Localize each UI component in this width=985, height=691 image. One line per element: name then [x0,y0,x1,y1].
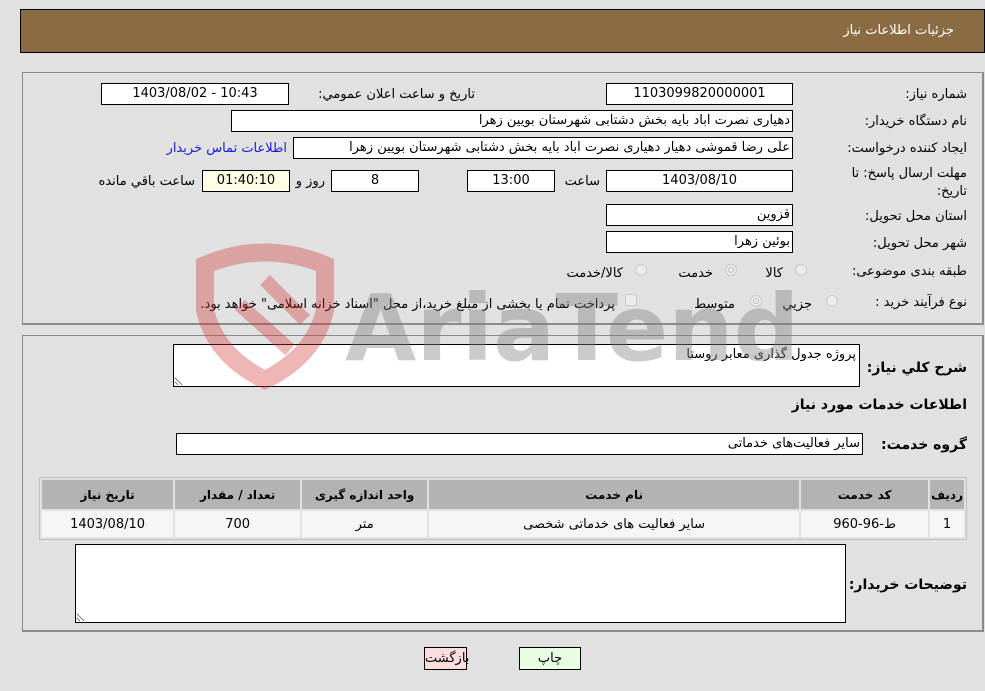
col-row-number: ردیف [930,480,964,509]
category-option-goods: کالا [765,266,783,281]
col-need-date: تاریخ نیاز [42,480,174,509]
print-button[interactable]: چاپ [519,647,581,670]
services-heading: اطلاعات خدمات مورد نياز [791,397,967,413]
need-number-label: شماره نیاز: [905,87,967,102]
cell-need-date: 1403/08/10 [42,511,174,537]
city-label: شهر محل تحویل: [872,236,967,251]
page-header: جزئیات اطلاعات نیاز [20,9,985,53]
category-option-service: خدمت [678,266,713,281]
table-header-row: ردیف کد خدمت نام خدمت واحد اندازه گیری ت… [42,480,964,509]
cell-service-code: ط-96-960 [801,511,929,537]
col-quantity: تعداد / مقدار [175,480,301,509]
buyer-notes-label: توضیحات خریدار: [848,577,967,593]
requester-field: علی رضا قموشی دهیار دهیاری نصرت اباد بای… [293,137,793,159]
remaining-days-field: 8 [331,170,419,192]
purchase-type-option-medium: متوسط [694,297,735,312]
description-textarea[interactable] [173,344,860,387]
category-option-goods-service: کالا/خدمت [566,266,623,281]
col-service-name: نام خدمت [429,480,800,509]
announce-date-field: 1403/08/02 - 10:43 [101,83,289,105]
need-number-field: 1103099820000001 [606,83,793,105]
cell-quantity: 700 [175,511,301,537]
province-field: قزوین [606,204,793,226]
buyer-notes-textarea[interactable] [75,544,846,623]
table-row: 1 ط-96-960 سایر فعالیت های خدماتی شخصی م… [42,511,964,537]
buyer-org-label: نام دستگاه خریدار: [864,114,967,129]
purchase-type-option-minor: جزيي [782,297,812,312]
page-title: جزئیات اطلاعات نیاز [843,23,954,38]
city-field: بوئین زهرا [606,231,793,253]
service-group-label: گروه خدمت: [881,437,967,453]
province-label: استان محل تحویل: [865,209,967,224]
purchase-type-label: نوع فرآیند خرید : [875,295,967,310]
cell-row-number: 1 [930,511,964,537]
purchase-type-radio-minor[interactable] [826,295,838,307]
requester-label: ایجاد کننده درخواست: [847,141,967,156]
treasury-checkbox[interactable] [625,294,637,306]
buyer-org-field: دهیاری نصرت اباد بایه بخش دشتابی شهرستان… [231,110,793,132]
category-radio-goods[interactable] [795,264,807,276]
remaining-time-label: ساعت باقي مانده [98,174,195,189]
deadline-date-field: 1403/08/10 [606,170,793,192]
remaining-time-field: 01:40:10 [202,170,290,192]
cell-service-name: سایر فعالیت های خدماتی شخصی [429,511,800,537]
days-label: روز و [295,174,325,189]
description-label: شرح کلي نياز: [866,360,967,376]
service-group-field: سایر فعالیت‌های خدماتی [176,433,863,455]
back-button[interactable]: بازگشت [424,647,469,670]
col-unit: واحد اندازه گیری [302,480,428,509]
deadline-time-label: ساعت [564,174,600,189]
announce-date-label: تاریخ و ساعت اعلان عمومي: [318,87,475,102]
category-label: طبقه بندی موضوعی: [851,264,967,279]
deadline-time-field: 13:00 [467,170,555,192]
services-table: ردیف کد خدمت نام خدمت واحد اندازه گیری ت… [39,477,967,540]
purchase-type-radio-medium[interactable] [750,295,762,307]
buyer-contact-link[interactable]: اطلاعات تماس خریدار [167,141,287,156]
deadline-label: مهلت ارسال پاسخ: تا تاریخ: [851,166,967,199]
col-service-code: کد خدمت [801,480,929,509]
cell-unit: متر [302,511,428,537]
category-radio-service[interactable] [725,264,737,276]
treasury-note: پرداخت تمام یا بخشی از مبلغ خرید،از محل … [200,297,615,312]
category-radio-goods-service[interactable] [635,264,647,276]
